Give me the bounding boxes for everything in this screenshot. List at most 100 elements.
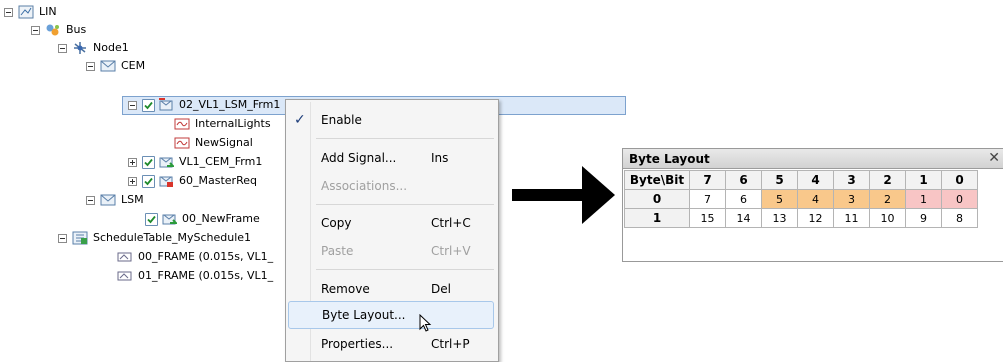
close-icon[interactable]: ✕ bbox=[988, 150, 1000, 166]
enable-checkbox[interactable] bbox=[142, 98, 155, 112]
bit-cell[interactable]: 8 bbox=[941, 208, 978, 228]
tree-label: Bus bbox=[66, 23, 87, 36]
menu-item-shortcut: Del bbox=[431, 282, 451, 296]
frame-tx-icon bbox=[158, 155, 176, 169]
tree-item-frame-selected[interactable]: 02_VL1_LSM_Frm1 bbox=[128, 96, 282, 114]
bit-cell[interactable]: 15 bbox=[689, 208, 726, 228]
menu-item-paste[interactable]: Paste Ctrl+V bbox=[288, 237, 494, 265]
menu-item-enable[interactable]: ✓ Enable bbox=[288, 106, 494, 134]
enable-checkbox[interactable] bbox=[142, 174, 155, 188]
slot-icon bbox=[117, 269, 133, 283]
signal-icon bbox=[174, 136, 190, 150]
menu-item-remove[interactable]: Remove Del bbox=[288, 275, 494, 303]
menu-item-associations[interactable]: Associations... bbox=[288, 172, 494, 200]
expand-icon[interactable] bbox=[128, 157, 137, 167]
bit-cell[interactable]: 14 bbox=[725, 208, 762, 228]
collapse-icon[interactable] bbox=[58, 233, 67, 243]
tree-label: Node1 bbox=[93, 41, 129, 54]
expand-icon[interactable] bbox=[128, 176, 137, 186]
table-row: 1 15 14 13 12 11 10 9 8 bbox=[624, 208, 978, 228]
menu-item-shortcut: Ins bbox=[431, 151, 449, 165]
table-header-cell: 5 bbox=[761, 170, 798, 190]
tree-label: 02_VL1_LSM_Frm1 bbox=[179, 98, 281, 111]
bit-cell[interactable]: 10 bbox=[869, 208, 906, 228]
tree-item-signal-newsignal[interactable]: NewSignal bbox=[174, 134, 255, 152]
table-header-cell: 4 bbox=[797, 170, 834, 190]
bit-cell-signal-b[interactable]: 0 bbox=[941, 189, 978, 209]
tree-item-slot-01[interactable]: 01_FRAME (0.015s, VL1_ bbox=[117, 267, 275, 285]
menu-separator bbox=[316, 269, 494, 270]
tree-label: 01_FRAME (0.015s, VL1_ bbox=[138, 269, 274, 282]
enable-checkbox[interactable] bbox=[145, 212, 158, 226]
byte-layout-titlebar: Byte Layout ✕ bbox=[623, 149, 1003, 169]
collapse-icon[interactable] bbox=[58, 43, 67, 53]
collapse-icon[interactable] bbox=[86, 195, 95, 205]
bit-cell-signal-a[interactable]: 4 bbox=[797, 189, 834, 209]
bit-cell[interactable]: 13 bbox=[761, 208, 798, 228]
tree-item-frame-vl1-cem[interactable]: VL1_CEM_Frm1 bbox=[128, 153, 264, 171]
table-header-cell: 2 bbox=[869, 170, 906, 190]
tree-label: 60_MasterReq bbox=[179, 174, 257, 187]
byte-layout-grid: Byte\Bit 7 6 5 4 3 2 1 0 0 7 6 5 4 3 2 1… bbox=[624, 170, 978, 228]
tree-label: ScheduleTable_MySchedule1 bbox=[93, 231, 252, 244]
tree-label: LSM bbox=[121, 193, 144, 206]
collapse-icon[interactable] bbox=[86, 61, 95, 71]
bit-cell[interactable]: 9 bbox=[905, 208, 942, 228]
signal-icon bbox=[174, 117, 190, 131]
table-header-cell: 6 bbox=[725, 170, 762, 190]
menu-separator bbox=[316, 138, 494, 139]
bit-cell-signal-a[interactable]: 2 bbox=[869, 189, 906, 209]
collapse-icon[interactable] bbox=[4, 7, 13, 17]
tree-item-frame-newframe[interactable]: 00_NewFrame bbox=[145, 210, 262, 228]
bit-cell-signal-b[interactable]: 1 bbox=[905, 189, 942, 209]
checkmark-icon: ✓ bbox=[294, 112, 306, 128]
menu-item-label: Add Signal... bbox=[321, 151, 397, 165]
tree-label: LIN bbox=[39, 5, 57, 18]
tree-item-lsm[interactable]: LSM bbox=[86, 191, 146, 209]
tree-label: VL1_CEM_Frm1 bbox=[179, 155, 263, 168]
enable-checkbox[interactable] bbox=[142, 155, 155, 169]
tree-item-signal-internallights[interactable]: InternalLights bbox=[174, 115, 273, 133]
tree-label: 00_NewFrame bbox=[182, 212, 260, 225]
table-row: 0 7 6 5 4 3 2 1 0 bbox=[624, 189, 978, 209]
menu-item-copy[interactable]: Copy Ctrl+C bbox=[288, 209, 494, 237]
window-title: Byte Layout bbox=[629, 152, 710, 166]
ecu-icon bbox=[100, 59, 116, 73]
bit-cell[interactable]: 7 bbox=[689, 189, 726, 209]
collapse-icon[interactable] bbox=[31, 25, 40, 35]
menu-item-properties[interactable]: Properties... Ctrl+P bbox=[288, 330, 494, 358]
bus-icon bbox=[45, 23, 61, 37]
menu-item-label: Properties... bbox=[321, 337, 394, 351]
table-header-cell: 0 bbox=[941, 170, 978, 190]
table-header-cell: Byte\Bit bbox=[624, 170, 690, 190]
menu-item-label: Copy bbox=[321, 216, 352, 230]
tree-label: CEM bbox=[121, 59, 146, 72]
table-header-cell: 7 bbox=[689, 170, 726, 190]
tree-item-bus[interactable]: Bus bbox=[31, 21, 88, 39]
menu-item-add-signal[interactable]: Add Signal... Ins bbox=[288, 144, 494, 172]
bit-cell-signal-a[interactable]: 3 bbox=[833, 189, 870, 209]
table-header-row: Byte\Bit 7 6 5 4 3 2 1 0 bbox=[624, 170, 978, 190]
menu-separator bbox=[316, 204, 494, 205]
tree-item-cem[interactable]: CEM bbox=[86, 57, 147, 75]
bit-cell[interactable]: 11 bbox=[833, 208, 870, 228]
tree-item-schedule[interactable]: ScheduleTable_MySchedule1 bbox=[58, 229, 253, 247]
table-header-cell: 1 bbox=[905, 170, 942, 190]
bit-cell[interactable]: 12 bbox=[797, 208, 834, 228]
tree-item-lin[interactable]: LIN bbox=[4, 3, 59, 21]
collapse-icon[interactable] bbox=[128, 100, 137, 110]
bit-cell[interactable]: 6 bbox=[725, 189, 762, 209]
menu-item-shortcut: Ctrl+C bbox=[431, 216, 471, 230]
node-icon bbox=[72, 41, 88, 55]
tree-item-slot-00[interactable]: 00_FRAME (0.015s, VL1_ bbox=[117, 248, 275, 266]
byte-layout-window: Byte Layout ✕ Byte\Bit 7 6 5 4 3 2 1 0 0… bbox=[622, 148, 1003, 262]
tree-label: 00_FRAME (0.015s, VL1_ bbox=[138, 250, 274, 263]
byte-index-cell: 1 bbox=[624, 208, 690, 228]
bit-cell-signal-a[interactable]: 5 bbox=[761, 189, 798, 209]
menu-item-shortcut: Ctrl+V bbox=[431, 244, 471, 258]
tree-item-frame-masterreq[interactable]: 60_MasterReq bbox=[128, 172, 259, 190]
tree-label: InternalLights bbox=[195, 117, 271, 130]
tree-item-node1[interactable]: Node1 bbox=[58, 39, 131, 57]
menu-item-byte-layout[interactable]: Byte Layout... bbox=[288, 301, 494, 329]
menu-item-shortcut: Ctrl+P bbox=[431, 337, 470, 351]
